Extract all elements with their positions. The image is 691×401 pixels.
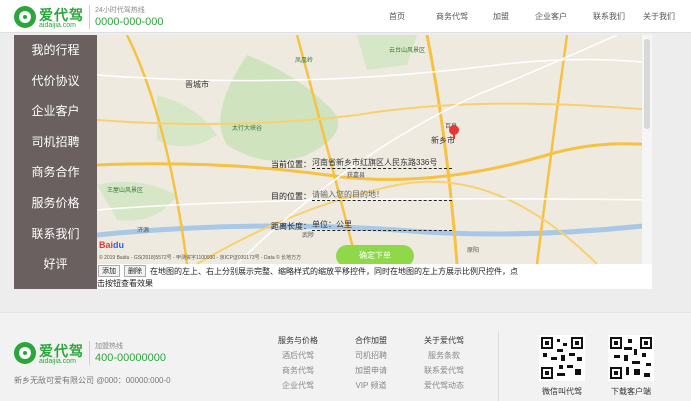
site-footer: 爱代驾 aidaijia.com 加盟热线 400-00000000 新乡无敌可… bbox=[0, 312, 691, 401]
map-copyright: © 2019 Baidu - GS(2018)5572号 - 甲测资字11009… bbox=[99, 255, 302, 261]
hotline-label: 24小时代驾热线 bbox=[95, 7, 145, 14]
map-label-wangwu: 王屋山风景区 bbox=[107, 188, 144, 194]
map-label-jiyuan: 济源 bbox=[137, 228, 150, 234]
tools-description-continued: 击按钮查看效果 bbox=[97, 279, 153, 288]
sidebar-item-reviews[interactable]: 好评 bbox=[14, 249, 97, 280]
footer-link[interactable]: 加盟申请 bbox=[336, 365, 406, 380]
wechat-qr-code-icon bbox=[539, 335, 585, 381]
nav-business-driving[interactable]: 商务代驾 bbox=[423, 0, 481, 33]
footer-divider bbox=[498, 331, 499, 401]
footer-hotline: 加盟热线 400-00000000 bbox=[89, 341, 166, 365]
map-tools: 添加 删除 在地图的左上、右上分别展示完整、缩略样式的缩放平移控件，同时在地图的… bbox=[97, 264, 652, 289]
nav-enterprise[interactable]: 企业客户 bbox=[521, 0, 581, 33]
location-pin-icon[interactable] bbox=[449, 125, 459, 139]
footer-link[interactable]: 爱代驾动态 bbox=[409, 380, 479, 395]
sidebar-item-driver-recruit[interactable]: 司机招聘 bbox=[14, 127, 97, 158]
current-location-value: 河南省新乡市红旗区人民东路336号 bbox=[312, 157, 452, 169]
header-hotline: 24小时代驾热线 0000-000-000 bbox=[89, 5, 164, 29]
footer-hotline-number: 400-00000000 bbox=[95, 352, 166, 364]
sidebar: 我的行程 代价协议 企业客户 司机招聘 商务合作 服务价格 联系我们 好评 bbox=[14, 35, 97, 289]
map-label-jincheng: 晋城市 bbox=[185, 80, 209, 89]
sidebar-item-agreement[interactable]: 代价协议 bbox=[14, 66, 97, 97]
footer-logo-domain: aidaijia.com bbox=[39, 358, 76, 365]
current-location-label: 当前位置： bbox=[271, 160, 311, 169]
footer-col-cooperation: 合作加盟 司机招聘 加盟申请 VIP 频道 bbox=[336, 335, 406, 395]
sidebar-item-pricing[interactable]: 服务价格 bbox=[14, 188, 97, 219]
app-download-qr-code-icon bbox=[608, 335, 654, 381]
footer-link[interactable]: 企业代驾 bbox=[263, 380, 333, 395]
map-label-fenghuang: 凤凰岭 bbox=[295, 58, 314, 64]
baidu-logo-text: Bai bbox=[99, 240, 114, 250]
baidu-map[interactable]: 晋城市 新乡市 云台山风景区 太行大峡谷 王屋山风景区 凤凰岭 百泉 济源 武陟… bbox=[97, 35, 652, 264]
distance-value: 单位：公里 bbox=[312, 219, 452, 231]
site-header: 爱代驾 aidaijia.com 24小时代驾热线 0000-000-000 首… bbox=[0, 0, 691, 33]
nav-about[interactable]: 关于我们 bbox=[637, 0, 681, 33]
nav-contact[interactable]: 联系我们 bbox=[581, 0, 637, 33]
map-label-huojia: 获嘉县 bbox=[347, 173, 366, 179]
footer-col-title: 服务与价格 bbox=[278, 336, 318, 345]
footer-link[interactable]: VIP 频道 bbox=[336, 380, 406, 395]
tools-description: 在地图的左上、右上分别展示完整、缩略样式的缩放平移控件，同时在地图的左上方展示比… bbox=[150, 267, 518, 276]
destination-input[interactable]: 请输入您的目的地！ bbox=[312, 189, 452, 201]
footer-company: 新乡无敌可爱有限公司 @000：00000:000-0 bbox=[14, 376, 171, 385]
footer-col-title: 合作加盟 bbox=[355, 336, 387, 345]
footer-link[interactable]: 商务代驾 bbox=[263, 365, 333, 380]
baidu-paw-icon: du bbox=[113, 240, 125, 250]
footer-col-about: 关于爱代驾 服务条款 联系爱代驾 爱代驾动态 bbox=[409, 335, 479, 395]
hotline-number: 0000-000-000 bbox=[95, 16, 164, 28]
sidebar-item-enterprise[interactable]: 企业客户 bbox=[14, 96, 97, 127]
wechat-qr-label: 微信叫代驾 bbox=[542, 387, 582, 396]
footer-link[interactable]: 酒后代驾 bbox=[263, 350, 333, 365]
destination-label: 目的位置： bbox=[271, 192, 311, 201]
distance-label: 距离长度： bbox=[271, 222, 311, 231]
baidu-logo: Baidu bbox=[99, 240, 124, 250]
delete-button[interactable]: 删除 bbox=[124, 265, 146, 277]
footer-link[interactable]: 服务条款 bbox=[409, 350, 479, 365]
footer-link[interactable]: 司机招聘 bbox=[336, 350, 406, 365]
sidebar-item-my-trips[interactable]: 我的行程 bbox=[14, 35, 97, 66]
app-download-qr-label: 下载客户端 bbox=[611, 387, 651, 396]
footer-col-title: 关于爱代驾 bbox=[424, 336, 464, 345]
footer-link[interactable]: 联系爱代驾 bbox=[409, 365, 479, 380]
map-label-yuntai: 云台山风景区 bbox=[389, 48, 426, 54]
footer-logo[interactable]: 爱代驾 aidaijia.com bbox=[14, 340, 84, 366]
logo-domain: aidaijia.com bbox=[39, 22, 76, 29]
steering-wheel-icon bbox=[14, 342, 36, 364]
map-label-taihang: 太行大峡谷 bbox=[232, 126, 263, 132]
content-scrollbar[interactable] bbox=[642, 35, 652, 289]
footer-col-service: 服务与价格 酒后代驾 商务代驾 企业代驾 bbox=[263, 335, 333, 395]
add-button[interactable]: 添加 bbox=[98, 265, 120, 277]
scrollbar-thumb[interactable] bbox=[644, 39, 650, 129]
nav-franchise[interactable]: 加盟 bbox=[481, 0, 521, 33]
sidebar-item-contact[interactable]: 联系我们 bbox=[14, 219, 97, 250]
sidebar-item-cooperation[interactable]: 商务合作 bbox=[14, 157, 97, 188]
site-logo[interactable]: 爱代驾 aidaijia.com bbox=[14, 4, 84, 30]
nav-home[interactable]: 首页 bbox=[371, 0, 423, 33]
map-label-yuanyang: 原阳 bbox=[467, 248, 480, 254]
main-nav: 首页 商务代驾 加盟 企业客户 联系我们 关于我们 bbox=[371, 0, 681, 33]
footer-hotline-label: 加盟热线 bbox=[95, 343, 123, 350]
steering-wheel-icon bbox=[14, 6, 36, 28]
